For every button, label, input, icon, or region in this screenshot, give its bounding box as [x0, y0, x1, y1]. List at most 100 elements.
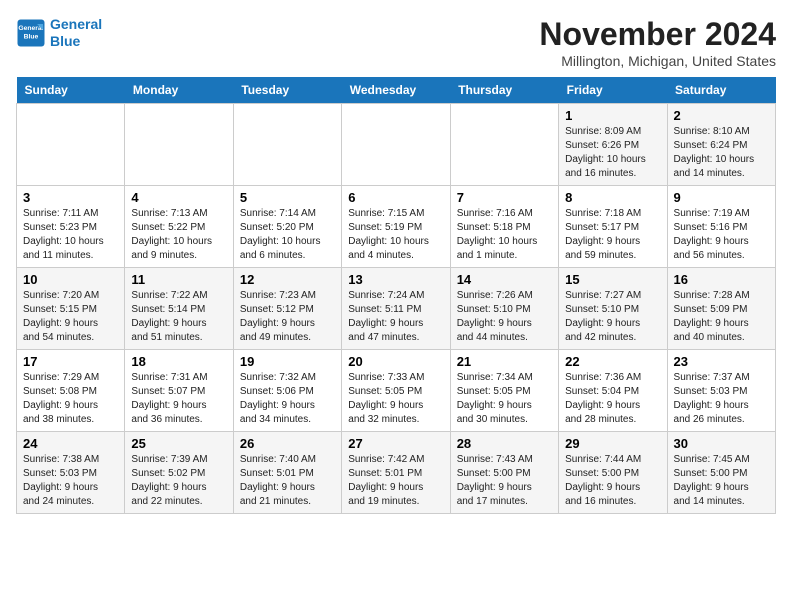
day-number: 6	[348, 190, 443, 205]
day-info: Sunrise: 7:24 AM Sunset: 5:11 PM Dayligh…	[348, 289, 443, 345]
calendar-cell: 2Sunrise: 8:10 AM Sunset: 6:24 PM Daylig…	[667, 104, 775, 186]
calendar-cell: 23Sunrise: 7:37 AM Sunset: 5:03 PM Dayli…	[667, 350, 775, 432]
day-info: Sunrise: 7:27 AM Sunset: 5:10 PM Dayligh…	[565, 289, 660, 345]
calendar-cell: 6 Sunrise: 7:15 AM Sunset: 5:19 PM Daylig…	[342, 186, 450, 268]
day-number: 29	[565, 436, 660, 451]
calendar-cell: 9 Sunrise: 7:19 AM Sunset: 5:16 PM Daylig…	[667, 186, 775, 268]
logo-line2: Blue	[50, 33, 80, 49]
day-info: Sunrise: 7:13 AM Sunset: 5:22 PM Dayligh…	[131, 207, 226, 263]
day-number: 18	[131, 354, 226, 369]
day-number: 12	[240, 272, 335, 287]
calendar-cell: 7 Sunrise: 7:16 AM Sunset: 5:18 PM Daylig…	[450, 186, 558, 268]
day-number: 15	[565, 272, 660, 287]
calendar-cell: 27 Sunrise: 7:42 AM Sunset: 5:01 PM Dayli…	[342, 432, 450, 514]
day-number: 11	[131, 272, 226, 287]
day-number: 30	[674, 436, 769, 451]
page-header: General Blue General Blue November 2024 …	[16, 16, 776, 69]
weekday-header: Sunday	[17, 77, 125, 104]
day-info: Sunrise: 7:31 AM Sunset: 5:07 PM Dayligh…	[131, 371, 226, 427]
calendar-cell: 24 Sunrise: 7:38 AM Sunset: 5:03 PM Dayli…	[17, 432, 125, 514]
day-info: Sunrise: 7:42 AM Sunset: 5:01 PM Dayligh…	[348, 453, 443, 509]
day-number: 16	[674, 272, 769, 287]
calendar-cell: 13 Sunrise: 7:24 AM Sunset: 5:11 PM Dayli…	[342, 268, 450, 350]
day-number: 26	[240, 436, 335, 451]
day-info: Sunrise: 7:23 AM Sunset: 5:12 PM Dayligh…	[240, 289, 335, 345]
logo: General Blue General Blue	[16, 16, 102, 50]
calendar-cell: 29 Sunrise: 7:44 AM Sunset: 5:00 PM Dayli…	[559, 432, 667, 514]
calendar-cell: 12 Sunrise: 7:23 AM Sunset: 5:12 PM Dayli…	[233, 268, 341, 350]
day-info: Sunrise: 7:16 AM Sunset: 5:18 PM Dayligh…	[457, 207, 552, 263]
day-number: 19	[240, 354, 335, 369]
calendar-cell	[17, 104, 125, 186]
calendar-header-row: SundayMondayTuesdayWednesdayThursdayFrid…	[17, 77, 776, 104]
calendar-cell: 20 Sunrise: 7:33 AM Sunset: 5:05 PM Dayli…	[342, 350, 450, 432]
day-number: 24	[23, 436, 118, 451]
day-number: 27	[348, 436, 443, 451]
calendar-cell: 16Sunrise: 7:28 AM Sunset: 5:09 PM Dayli…	[667, 268, 775, 350]
day-number: 9	[674, 190, 769, 205]
day-number: 5	[240, 190, 335, 205]
day-info: Sunrise: 8:09 AM Sunset: 6:26 PM Dayligh…	[565, 125, 660, 181]
day-info: Sunrise: 7:39 AM Sunset: 5:02 PM Dayligh…	[131, 453, 226, 509]
svg-text:Blue: Blue	[24, 33, 39, 40]
day-number: 2	[674, 108, 769, 123]
day-info: Sunrise: 7:38 AM Sunset: 5:03 PM Dayligh…	[23, 453, 118, 509]
day-number: 22	[565, 354, 660, 369]
calendar-cell	[342, 104, 450, 186]
calendar-week-row: 24 Sunrise: 7:38 AM Sunset: 5:03 PM Dayli…	[17, 432, 776, 514]
day-info: Sunrise: 7:44 AM Sunset: 5:00 PM Dayligh…	[565, 453, 660, 509]
day-number: 7	[457, 190, 552, 205]
day-number: 17	[23, 354, 118, 369]
calendar-cell: 15 Sunrise: 7:27 AM Sunset: 5:10 PM Dayli…	[559, 268, 667, 350]
day-info: Sunrise: 7:19 AM Sunset: 5:16 PM Dayligh…	[674, 207, 769, 263]
calendar-cell: 26 Sunrise: 7:40 AM Sunset: 5:01 PM Dayli…	[233, 432, 341, 514]
calendar-cell: 28 Sunrise: 7:43 AM Sunset: 5:00 PM Dayli…	[450, 432, 558, 514]
day-info: Sunrise: 7:45 AM Sunset: 5:00 PM Dayligh…	[674, 453, 769, 509]
calendar-week-row: 3Sunrise: 7:11 AM Sunset: 5:23 PM Daylig…	[17, 186, 776, 268]
weekday-header: Monday	[125, 77, 233, 104]
day-number: 23	[674, 354, 769, 369]
day-info: Sunrise: 7:33 AM Sunset: 5:05 PM Dayligh…	[348, 371, 443, 427]
day-number: 8	[565, 190, 660, 205]
day-number: 14	[457, 272, 552, 287]
day-info: Sunrise: 7:43 AM Sunset: 5:00 PM Dayligh…	[457, 453, 552, 509]
day-info: Sunrise: 7:40 AM Sunset: 5:01 PM Dayligh…	[240, 453, 335, 509]
calendar-week-row: 10 Sunrise: 7:20 AM Sunset: 5:15 PM Dayli…	[17, 268, 776, 350]
day-info: Sunrise: 7:20 AM Sunset: 5:15 PM Dayligh…	[23, 289, 118, 345]
calendar-cell: 19Sunrise: 7:32 AM Sunset: 5:06 PM Dayli…	[233, 350, 341, 432]
day-number: 28	[457, 436, 552, 451]
calendar-cell: 14 Sunrise: 7:26 AM Sunset: 5:10 PM Dayli…	[450, 268, 558, 350]
weekday-header: Wednesday	[342, 77, 450, 104]
calendar-cell	[233, 104, 341, 186]
day-number: 10	[23, 272, 118, 287]
calendar-cell: 1 Sunrise: 8:09 AM Sunset: 6:26 PM Daylig…	[559, 104, 667, 186]
logo-line1: General	[50, 16, 102, 32]
month-title: November 2024	[539, 16, 776, 53]
day-number: 1	[565, 108, 660, 123]
calendar-cell: 17 Sunrise: 7:29 AM Sunset: 5:08 PM Dayli…	[17, 350, 125, 432]
day-info: Sunrise: 7:18 AM Sunset: 5:17 PM Dayligh…	[565, 207, 660, 263]
day-info: Sunrise: 7:15 AM Sunset: 5:19 PM Dayligh…	[348, 207, 443, 263]
day-info: Sunrise: 7:14 AM Sunset: 5:20 PM Dayligh…	[240, 207, 335, 263]
calendar-cell	[450, 104, 558, 186]
calendar-cell: 8 Sunrise: 7:18 AM Sunset: 5:17 PM Daylig…	[559, 186, 667, 268]
day-info: Sunrise: 7:29 AM Sunset: 5:08 PM Dayligh…	[23, 371, 118, 427]
calendar-cell: 21 Sunrise: 7:34 AM Sunset: 5:05 PM Dayli…	[450, 350, 558, 432]
title-area: November 2024 Millington, Michigan, Unit…	[539, 16, 776, 69]
day-info: Sunrise: 7:34 AM Sunset: 5:05 PM Dayligh…	[457, 371, 552, 427]
calendar-cell: 10 Sunrise: 7:20 AM Sunset: 5:15 PM Dayli…	[17, 268, 125, 350]
calendar-cell: 4Sunrise: 7:13 AM Sunset: 5:22 PM Daylig…	[125, 186, 233, 268]
day-info: Sunrise: 7:11 AM Sunset: 5:23 PM Dayligh…	[23, 207, 118, 263]
day-number: 13	[348, 272, 443, 287]
calendar-week-row: 1 Sunrise: 8:09 AM Sunset: 6:26 PM Daylig…	[17, 104, 776, 186]
logo-icon: General Blue	[16, 18, 46, 48]
day-number: 20	[348, 354, 443, 369]
day-number: 21	[457, 354, 552, 369]
weekday-header: Friday	[559, 77, 667, 104]
calendar-cell: 22Sunrise: 7:36 AM Sunset: 5:04 PM Dayli…	[559, 350, 667, 432]
day-info: Sunrise: 7:26 AM Sunset: 5:10 PM Dayligh…	[457, 289, 552, 345]
calendar-cell: 3Sunrise: 7:11 AM Sunset: 5:23 PM Daylig…	[17, 186, 125, 268]
calendar-cell: 5 Sunrise: 7:14 AM Sunset: 5:20 PM Daylig…	[233, 186, 341, 268]
calendar-cell: 11Sunrise: 7:22 AM Sunset: 5:14 PM Dayli…	[125, 268, 233, 350]
location-title: Millington, Michigan, United States	[539, 53, 776, 69]
